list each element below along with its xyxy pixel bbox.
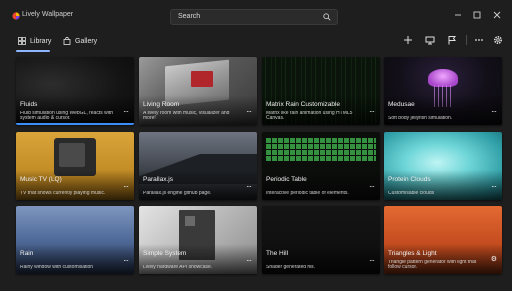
wallpaper-description: Fluid simulation using WebGL, reacts wit… [20,110,114,122]
gear-icon[interactable] [492,34,504,46]
toolbar-divider [466,35,467,45]
search-box[interactable]: Search [170,9,338,25]
minimize-icon[interactable] [450,9,466,21]
wallpaper-title: Living Room [143,101,180,108]
wallpaper-description: Lively hardware API showcase. [143,265,213,271]
wallpaper-description: Triangle pattern generator with light th… [388,259,477,271]
wallpaper-title: Fluids [20,101,38,108]
search-input[interactable]: Search [178,13,200,20]
wallpaper-card-the-hill[interactable]: The Hill Shader generated hill. ··· [262,206,380,274]
wallpaper-title: The Hill [266,250,289,257]
card-more-button[interactable]: ··· [369,256,375,265]
app-window: Lively Wallpaper Search Library Gallery … [0,0,512,291]
wallpaper-card-music-tv[interactable]: Music TV (LQ) TV that shows currently pl… [16,132,134,200]
wallpaper-title: Periodic Table [266,176,307,183]
wallpaper-description: Rainy window with customisation [20,265,94,271]
card-more-button[interactable]: ··· [123,107,129,116]
wallpaper-description: Interactive periodic table of elements. [266,191,349,197]
wallpaper-card-protein-clouds[interactable]: Protein Clouds Customisable clouds ··· [384,132,502,200]
grid-icon [18,37,26,45]
wallpaper-card-simple-system[interactable]: Simple System Lively hardware API showca… [139,206,257,274]
nav-library-label: Library [30,37,52,45]
card-more-button[interactable]: ··· [369,107,375,116]
card-more-button[interactable]: ··· [369,182,375,191]
wallpaper-description: Matrix like rain animation using HTML5 C… [266,110,353,122]
card-more-button[interactable]: ··· [491,182,497,191]
flag-icon[interactable] [446,34,458,46]
wallpaper-title: Parallax.js [143,176,173,183]
nav-gallery-label: Gallery [75,37,98,45]
card-more-button[interactable]: ··· [246,182,252,191]
wallpaper-title: Medusae [388,101,415,108]
wallpaper-title: Matrix Rain Customizable [266,101,341,108]
wallpaper-card-parallax[interactable]: Parallax.js Parallax.js engine github pa… [139,132,257,200]
nav-library-indicator [16,50,50,52]
wallpaper-title: Music TV (LQ) [20,176,62,183]
wallpaper-card-triangles-light[interactable]: Triangles & Light Triangle pattern gener… [384,206,502,274]
card-more-button[interactable]: ··· [491,107,497,116]
customize-gear-icon[interactable]: ⚙ [491,255,497,263]
wallpaper-card-living-room[interactable]: Living Room A lively room with music, vi… [139,57,257,125]
card-more-button[interactable]: ··· [123,256,129,265]
wallpaper-title: Rain [20,250,34,257]
selected-indicator [16,123,134,125]
wallpaper-card-matrix-rain[interactable]: Matrix Rain Customizable Matrix like rai… [262,57,380,125]
wallpaper-title: Protein Clouds [388,176,431,183]
wallpaper-title: Simple System [143,250,187,257]
wallpaper-description: Shader generated hill. [266,265,315,271]
wallpaper-description: Parallax.js engine github page. [143,191,212,197]
maximize-icon[interactable] [469,9,485,21]
shopping-bag-icon [63,37,71,45]
close-icon[interactable] [489,9,505,21]
wallpaper-description: TV that shows currently playing music. [20,191,106,197]
wallpaper-card-periodic-table[interactable]: Periodic Table Interactive periodic tabl… [262,132,380,200]
card-more-button[interactable]: ··· [246,256,252,265]
wallpaper-card-medusae[interactable]: Medusae Soft body jellyfish simulation. … [384,57,502,125]
wallpaper-description: A lively room with music, visualizer and… [143,110,230,122]
plus-icon[interactable] [402,34,414,46]
title-bar[interactable]: Lively Wallpaper Search [0,0,512,30]
card-more-button[interactable]: ··· [123,182,129,191]
lively-logo-icon [12,12,20,20]
wallpaper-card-fluids[interactable]: Fluids Fluid simulation using WebGL, rea… [16,57,134,125]
card-more-button[interactable]: ··· [246,107,252,116]
app-title: Lively Wallpaper [22,11,74,18]
nav-gallery[interactable]: Gallery [63,35,97,47]
more-icon[interactable] [473,34,485,46]
wallpaper-description: Soft body jellyfish simulation. [388,116,453,122]
wallpaper-title: Triangles & Light [388,250,437,257]
search-icon[interactable] [323,13,331,21]
nav-library[interactable]: Library [18,35,51,47]
wallpaper-card-rain[interactable]: Rain Rainy window with customisation ··· [16,206,134,274]
monitor-icon[interactable] [424,34,436,46]
wallpaper-description: Customisable clouds [388,191,435,197]
